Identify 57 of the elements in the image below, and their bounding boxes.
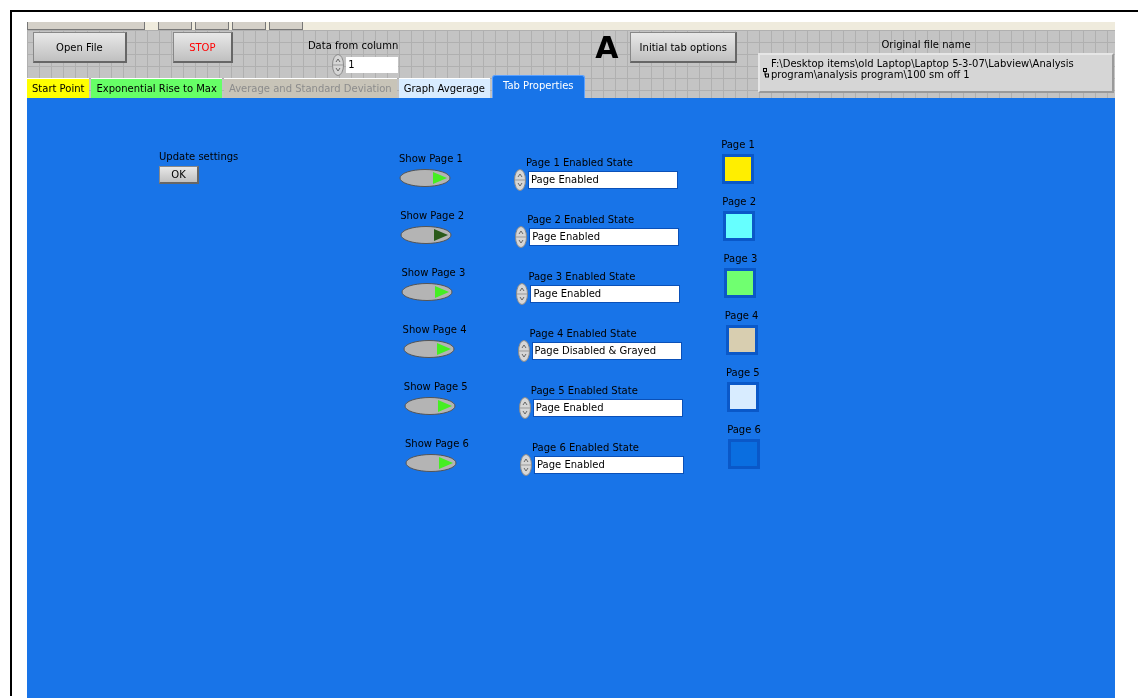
- spinner-arrows-icon[interactable]: [514, 169, 526, 191]
- enum-field[interactable]: Page Disabled & Grayed: [531, 342, 682, 360]
- initial-tab-options-button[interactable]: Initial tab options: [630, 32, 737, 63]
- update-settings-label: Update settings: [159, 151, 239, 162]
- enum-label: Page 5 Enabled State: [530, 385, 638, 396]
- color-label: Page 1: [721, 139, 755, 150]
- field-label: Data from column: [307, 40, 399, 51]
- path-icon[interactable]: [763, 68, 769, 78]
- enum-label: Page 4 Enabled State: [529, 328, 637, 339]
- color-label: Page 6: [727, 424, 761, 435]
- numeric-field[interactable]: 1: [346, 57, 399, 73]
- color-label: Page 2: [722, 196, 757, 207]
- toggle-switch[interactable]: [399, 168, 451, 188]
- spinner-arrows-icon[interactable]: [518, 397, 531, 419]
- ok-button[interactable]: OK: [159, 166, 199, 184]
- spinner-arrows-icon[interactable]: [515, 226, 528, 248]
- toggle-switch[interactable]: [401, 282, 454, 302]
- enum-label: Page 2 Enabled State: [527, 214, 635, 225]
- toggle-switch[interactable]: [402, 339, 455, 359]
- file-path-text: F:\Desktop items\old Laptop\Laptop 5-3-07\Labview\Analysis program\analysis program\100 sm off 1: [771, 58, 1075, 80]
- enum-field[interactable]: Page Enabled: [530, 285, 681, 303]
- toggle-label: Show Page 4: [402, 324, 467, 335]
- enum-field[interactable]: Page Enabled: [534, 456, 684, 474]
- toggle-switch[interactable]: [400, 225, 453, 245]
- color-swatch[interactable]: [725, 325, 758, 355]
- color-swatch[interactable]: [722, 154, 754, 184]
- toggle-label: Show Page 2: [400, 210, 465, 221]
- tab[interactable]: Graph Avgerage: [398, 78, 490, 98]
- toggle-label: Show Page 3: [401, 267, 466, 278]
- field-label: Original file name: [881, 39, 971, 50]
- open-file-button[interactable]: Open File: [33, 32, 127, 63]
- color-swatch[interactable]: [728, 439, 760, 469]
- enum-field[interactable]: Page Enabled: [532, 399, 683, 417]
- toggle-label: Show Page 6: [405, 438, 469, 449]
- color-swatch[interactable]: [723, 211, 756, 241]
- toggle-switch[interactable]: [405, 453, 457, 473]
- spinner-arrows-icon[interactable]: [520, 454, 532, 476]
- enum-label: Page 1 Enabled State: [526, 157, 633, 168]
- spinner-arrows-icon[interactable]: [517, 340, 530, 362]
- color-swatch[interactable]: [724, 268, 757, 298]
- enum-field[interactable]: Page Enabled: [529, 228, 680, 246]
- big-letter: A: [595, 32, 619, 64]
- toggle-switch[interactable]: [403, 396, 456, 416]
- spinner-arrows-icon[interactable]: [332, 54, 345, 76]
- color-label: Page 5: [725, 367, 760, 378]
- enum-label: Page 3 Enabled State: [528, 271, 636, 282]
- color-label: Page 4: [724, 310, 759, 321]
- color-swatch[interactable]: [726, 382, 759, 412]
- enum-field[interactable]: Page Enabled: [528, 171, 678, 189]
- tab[interactable]: Tab Properties: [491, 75, 585, 98]
- toggle-label: Show Page 5: [403, 381, 468, 392]
- tab[interactable]: Start Point: [27, 78, 90, 98]
- toggle-label: Show Page 1: [399, 153, 463, 164]
- color-label: Page 3: [723, 253, 758, 264]
- tab[interactable]: Exponential Rise to Max: [91, 78, 222, 98]
- spinner-arrows-icon[interactable]: [516, 283, 529, 305]
- enum-label: Page 6 Enabled State: [532, 442, 639, 453]
